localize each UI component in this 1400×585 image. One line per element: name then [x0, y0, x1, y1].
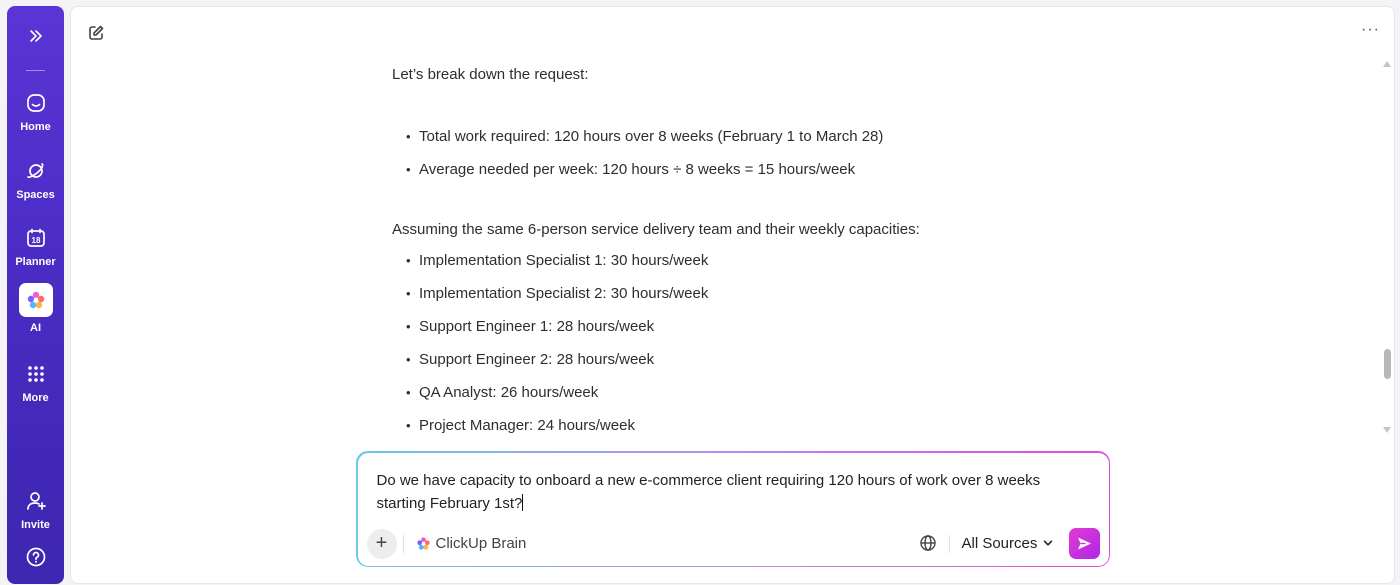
list-item: • Support Engineer 1: 28 hours/week — [406, 318, 655, 335]
message-input[interactable]: Do we have capacity to onboard a new e-c… — [377, 469, 1077, 515]
sidebar-item-invite[interactable]: Invite — [7, 490, 64, 531]
double-chevron-right-icon[interactable] — [7, 28, 64, 49]
list-item: • Support Engineer 2: 28 hours/week — [406, 351, 655, 368]
home-icon — [26, 94, 45, 112]
add-user-icon — [26, 492, 46, 510]
scroll-up-arrow[interactable] — [1383, 61, 1391, 67]
ai-brain-icon — [18, 283, 53, 317]
divider — [402, 534, 404, 553]
sidebar-item-home[interactable]: Home — [7, 92, 64, 133]
ai-brain-icon — [416, 536, 430, 550]
sidebar: Home Spaces 18 Planner AI More Invite — [7, 6, 64, 584]
sidebar-divider — [26, 70, 45, 71]
text-caret — [522, 493, 524, 511]
list-item: • Total work required: 120 hours over 8 w… — [406, 128, 884, 145]
more-horizontal-icon[interactable]: ··· — [1361, 21, 1380, 39]
sidebar-item-ai[interactable]: AI — [7, 283, 64, 334]
team-intro: Assuming the same 6-person service deliv… — [392, 221, 920, 238]
sidebar-item-label: Planner — [15, 256, 56, 268]
list-item: • Average needed per week: 120 hours ÷ 8 … — [406, 161, 856, 178]
list-item: • Project Manager: 24 hours/week — [406, 417, 635, 434]
sidebar-item-planner[interactable]: 18 Planner — [7, 227, 64, 268]
divider — [948, 534, 950, 553]
sources-dropdown[interactable]: All Sources — [962, 535, 1054, 552]
calendar-icon: 18 — [26, 228, 45, 247]
globe-icon[interactable] — [919, 534, 937, 552]
planet-icon — [26, 163, 43, 178]
svg-text:18: 18 — [31, 236, 40, 245]
sources-label: All Sources — [961, 534, 1038, 552]
sidebar-item-label: More — [22, 392, 49, 404]
sidebar-item-label: Invite — [21, 519, 50, 531]
scroll-down-arrow[interactable] — [1383, 427, 1391, 433]
scrollbar-thumb[interactable] — [1384, 349, 1391, 379]
send-button[interactable] — [1068, 527, 1100, 559]
send-icon — [1077, 537, 1091, 549]
list-item: • QA Analyst: 26 hours/week — [406, 384, 599, 401]
chevron-down-icon — [1044, 540, 1053, 546]
grid-icon — [27, 366, 44, 382]
sidebar-item-label: Spaces — [16, 189, 55, 201]
sidebar-item-label: AI — [30, 322, 41, 334]
sidebar-item-label: Home — [20, 121, 51, 133]
sidebar-item-more[interactable]: More — [7, 363, 64, 404]
brain-label: ClickUp Brain — [435, 534, 527, 552]
attach-button[interactable]: + — [366, 528, 397, 559]
sidebar-item-spaces[interactable]: Spaces — [7, 160, 64, 201]
message-composer: Do we have capacity to onboard a new e-c… — [356, 451, 1110, 567]
list-item: • Implementation Specialist 1: 30 hours/w… — [406, 252, 709, 269]
edit-icon[interactable] — [87, 24, 105, 42]
help-icon — [26, 547, 45, 567]
help-button[interactable] — [7, 546, 64, 568]
list-item: • Implementation Specialist 2: 30 hours/w… — [406, 285, 709, 302]
brain-selector[interactable]: ClickUp Brain — [416, 534, 527, 552]
response-intro: Let’s break down the request: — [392, 66, 589, 83]
